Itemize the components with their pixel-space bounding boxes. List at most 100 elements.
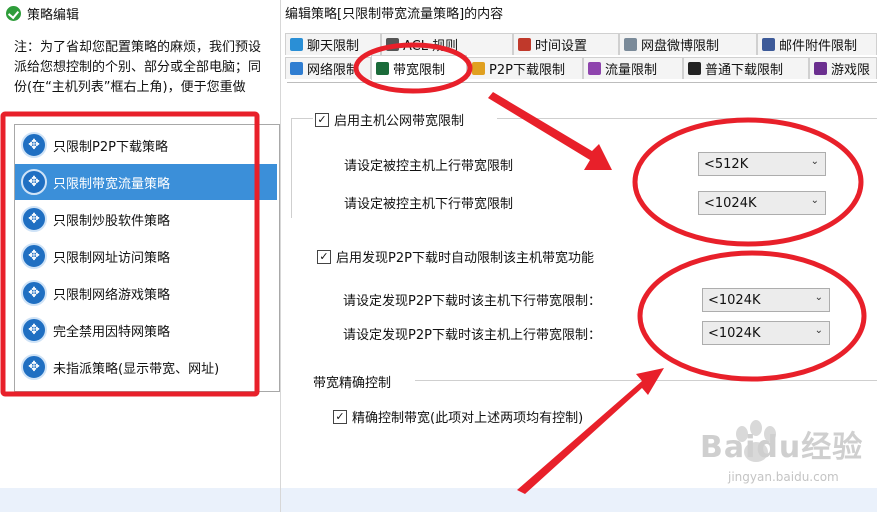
checkbox-label: 启用主机公网带宽限制: [334, 114, 465, 129]
tab-mail[interactable]: 邮件附件限制: [757, 33, 877, 55]
upload-limit-select[interactable]: <512K ⌄: [698, 152, 826, 176]
policy-icon: ✥: [21, 132, 47, 158]
upload-limit-label: 请设定被控主机上行带宽限制: [344, 159, 514, 174]
tab-p2p[interactable]: P2P下载限制: [467, 57, 583, 79]
policy-item-label: 完全禁用因特网策略: [53, 324, 171, 340]
policy-list: ✥ 只限制P2P下载策略 ✥ 只限制带宽流量策略 ✥ 只限制炒股软件策略 ✥ 只…: [14, 124, 280, 392]
tab-label: 带宽限制: [393, 62, 446, 78]
tab-cloud[interactable]: 网盘微博限制: [619, 33, 757, 55]
checkbox-box[interactable]: ✓: [317, 249, 331, 264]
policy-item-bandwidth[interactable]: ✥ 只限制带宽流量策略: [15, 164, 277, 200]
chevron-down-icon: ⌄: [814, 292, 823, 303]
download-limit-select[interactable]: <1024K ⌄: [698, 191, 826, 215]
tab-traffic[interactable]: 流量限制: [583, 57, 683, 79]
checkbox-box[interactable]: ✓: [333, 409, 347, 424]
checkbox-box[interactable]: ✓: [315, 112, 329, 127]
policy-icon: ✥: [21, 206, 47, 232]
policy-item-label: 只限制带宽流量策略: [53, 176, 171, 192]
group-frame: [497, 118, 877, 119]
policy-item-stock[interactable]: ✥ 只限制炒股软件策略: [15, 201, 277, 237]
precise-control-group-title: 带宽精确控制: [313, 376, 392, 391]
download-limit-label: 请设定被控主机下行带宽限制: [344, 197, 514, 212]
network-icon: [290, 62, 303, 75]
checkbox-label: 启用发现P2P下载时自动限制该主机带宽功能: [336, 251, 594, 266]
p2p-upload-limit-select[interactable]: <1024K ⌄: [702, 321, 830, 345]
tab-row-1: 聊天限制 ACL 规则 时间设置 网盘微博限制 邮件附件限制: [281, 33, 877, 57]
baidu-watermark: Baidu经验 jingyan.baidu.com: [680, 412, 870, 492]
mail-icon: [762, 38, 775, 51]
precise-control-checkbox[interactable]: ✓ 精确控制带宽(此项对上述两项均有控制): [333, 407, 583, 426]
tab-acl[interactable]: ACL 规则: [381, 33, 513, 55]
select-value: <512K: [704, 156, 749, 172]
clock-icon: [518, 38, 531, 51]
p2p-download-limit-select[interactable]: <1024K ⌄: [702, 288, 830, 312]
policy-item-game[interactable]: ✥ 只限制网络游戏策略: [15, 275, 277, 311]
policy-panel: 策略编辑 注：为了省却您配置策略的麻烦，我们预设 派给您想控制的个别、部分或全部…: [0, 0, 281, 512]
p2p-icon: [472, 62, 485, 75]
tab-chat[interactable]: 聊天限制: [285, 33, 381, 55]
download-icon: [688, 62, 701, 75]
checkbox-label: 精确控制带宽(此项对上述两项均有控制): [352, 411, 584, 426]
policy-item-unassigned[interactable]: ✥ 未指派策略(显示带宽、网址): [15, 349, 277, 385]
policy-item-label: 只限制炒股软件策略: [53, 213, 171, 229]
tab-label: 普通下载限制: [705, 63, 784, 78]
tab-label: 聊天限制: [307, 39, 360, 54]
chevron-down-icon: ⌄: [814, 325, 823, 336]
game-icon: [814, 62, 827, 75]
intro-line: 派给您想控制的个别、部分或全部电脑；同: [14, 60, 262, 75]
policy-item-label: 只限制P2P下载策略: [53, 139, 168, 155]
editor-title: 编辑策略[只限制带宽流量策略]的内容: [285, 7, 504, 22]
chevron-down-icon: ⌄: [810, 156, 819, 167]
policy-icon: ✥: [21, 243, 47, 269]
policy-icon: ✥: [21, 354, 47, 380]
tab-label: P2P下载限制: [489, 63, 565, 78]
policy-panel-title-text: 策略编辑: [27, 7, 80, 23]
policy-item-label: 只限制网址访问策略: [53, 250, 171, 266]
watermark-brand: Baidu经验: [700, 430, 864, 465]
policy-item-p2p[interactable]: ✥ 只限制P2P下载策略: [15, 127, 277, 163]
watermark-url: jingyan.baidu.com: [728, 470, 839, 484]
bandwidth-icon: [376, 61, 389, 75]
tab-bandwidth[interactable]: 带宽限制: [371, 55, 467, 80]
intro-line: 注：为了省却您配置策略的麻烦，我们预设: [14, 40, 262, 55]
p2p-auto-limit-checkbox[interactable]: ✓ 启用发现P2P下载时自动限制该主机带宽功能: [317, 247, 594, 266]
policy-icon: ✥: [21, 280, 47, 306]
policy-item-label: 未指派策略(显示带宽、网址): [53, 361, 220, 377]
policy-item-block-internet[interactable]: ✥ 完全禁用因特网策略: [15, 312, 277, 348]
acl-icon: [386, 38, 399, 51]
app-icon: [6, 5, 21, 21]
cloud-icon: [624, 38, 637, 51]
tab-game[interactable]: 游戏限: [809, 57, 877, 79]
p2p-download-limit-label: 请设定发现P2P下载时该主机下行带宽限制：: [343, 294, 601, 309]
policy-icon: ✥: [21, 317, 47, 343]
tab-label: 邮件附件限制: [779, 39, 858, 54]
policy-item-label: 只限制网络游戏策略: [53, 287, 171, 303]
group-frame: [415, 380, 877, 381]
group-frame: [291, 118, 292, 218]
select-value: <1024K: [704, 195, 757, 211]
select-value: <1024K: [708, 292, 761, 308]
chevron-down-icon: ⌄: [810, 195, 819, 206]
intro-line: 份(在“主机列表”框右上角)，便于您重做: [14, 80, 246, 95]
tab-label: 流量限制: [605, 63, 658, 78]
tab-network[interactable]: 网络限制: [285, 57, 371, 79]
intro-note: 注：为了省却您配置策略的麻烦，我们预设 派给您想控制的个别、部分或全部电脑；同 …: [14, 38, 280, 98]
p2p-upload-limit-label: 请设定发现P2P下载时该主机上行带宽限制：: [343, 328, 601, 343]
policy-icon: ✥: [21, 169, 47, 195]
group-frame: [291, 118, 313, 119]
tab-label: ACL 规则: [403, 39, 459, 54]
traffic-icon: [588, 62, 601, 75]
chat-icon: [290, 38, 303, 51]
tab-label: 时间设置: [535, 39, 588, 54]
tab-label: 游戏限: [831, 63, 871, 78]
tab-label: 网络限制: [307, 63, 360, 78]
tab-time[interactable]: 时间设置: [513, 33, 619, 55]
tab-row-2: 网络限制 带宽限制 P2P下载限制 流量限制 普通下载限制 游戏限: [281, 55, 877, 81]
left-footer: [0, 488, 280, 512]
select-value: <1024K: [708, 325, 761, 341]
policy-panel-title: 策略编辑: [6, 4, 80, 23]
public-bandwidth-checkbox[interactable]: ✓ 启用主机公网带宽限制: [315, 110, 464, 129]
tab-download[interactable]: 普通下载限制: [683, 57, 809, 79]
policy-item-url[interactable]: ✥ 只限制网址访问策略: [15, 238, 277, 274]
tab-label: 网盘微博限制: [641, 39, 720, 54]
